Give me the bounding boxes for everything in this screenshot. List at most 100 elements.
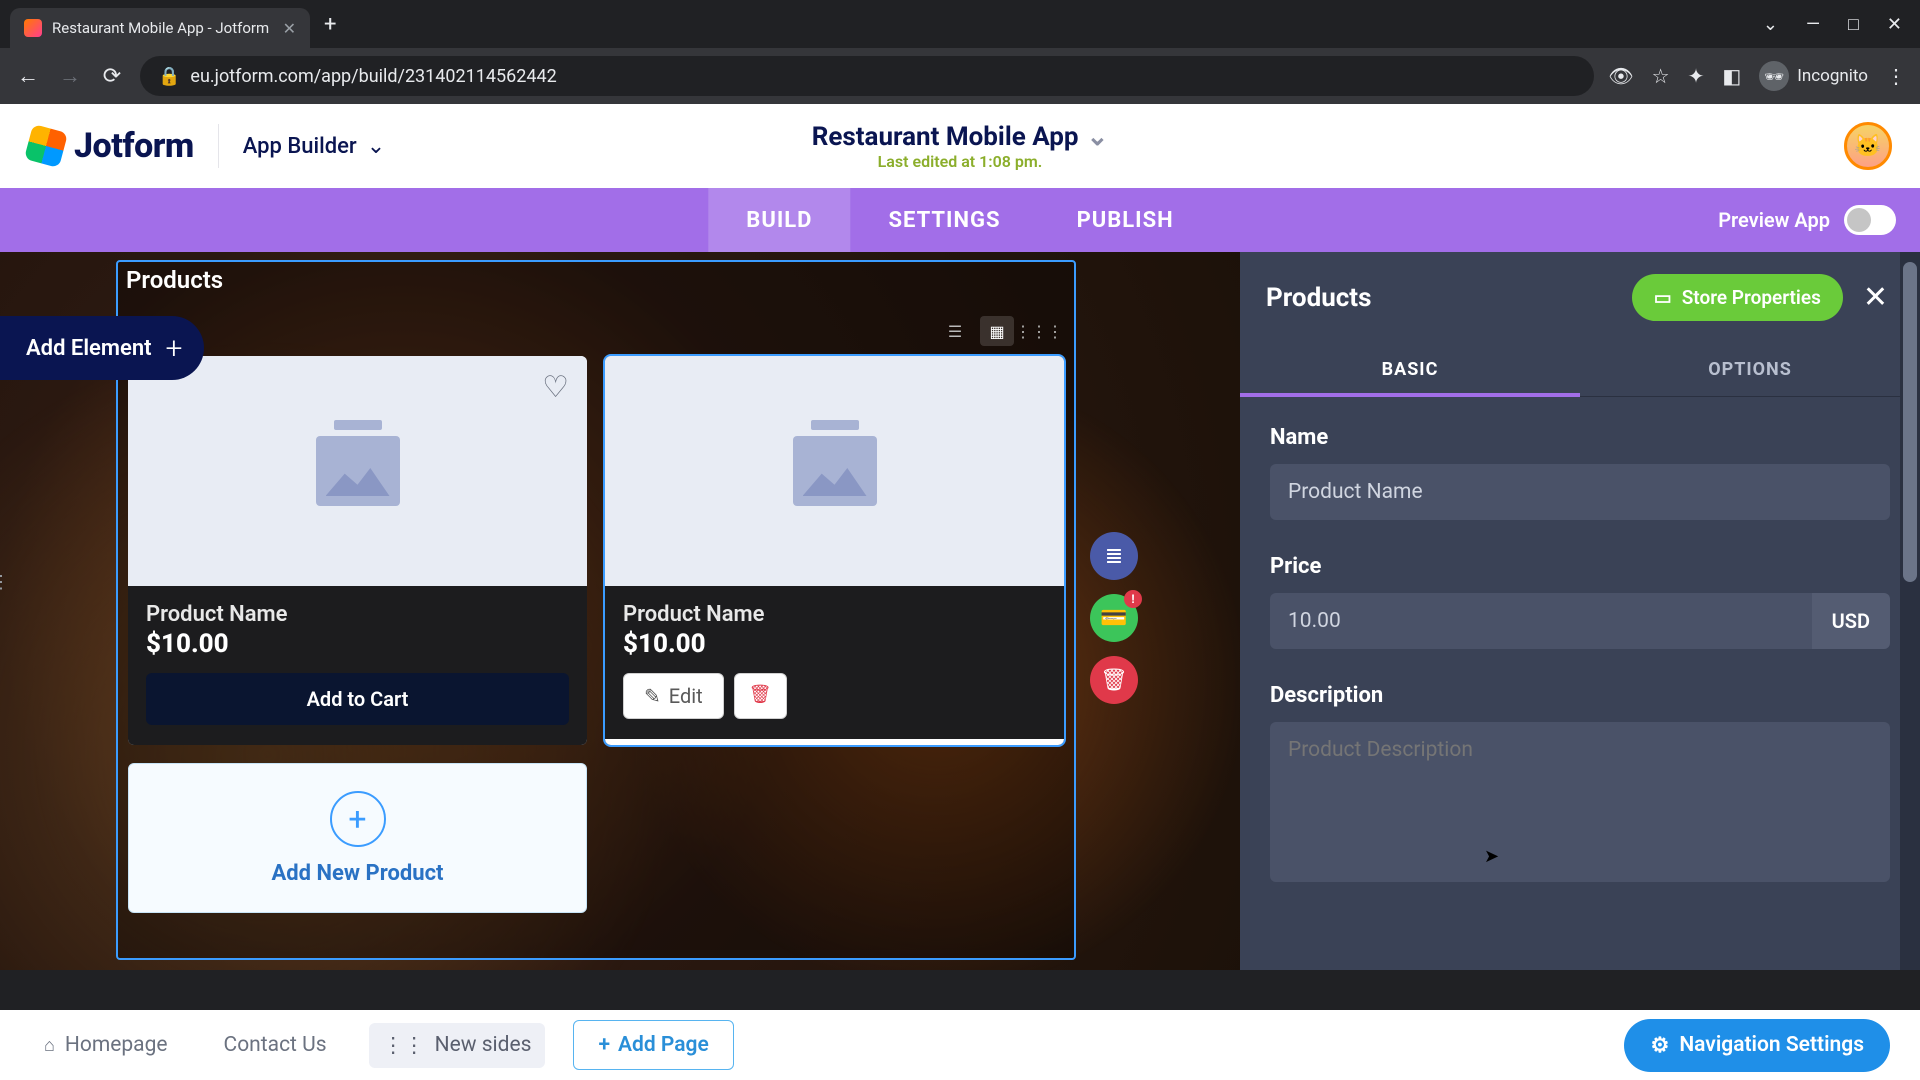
properties-tabs: BASIC OPTIONS [1240,343,1920,397]
plus-icon: + [598,1033,610,1057]
list-settings-button[interactable]: ≣ [1090,532,1138,580]
window-controls: ⌄ ― □ ✕ [1763,14,1910,35]
alert-badge: ! [1124,590,1142,608]
delete-element-button[interactable]: 🗑 [1090,656,1138,704]
tab-options[interactable]: OPTIONS [1580,343,1920,396]
product-body: Product Name $10.00 Add to Cart [128,586,587,745]
product-card[interactable]: Product Name $10.00 ✎ Edit 🗑 [605,356,1064,745]
layout-switch: ☰ ▦ ⋮⋮⋮ [938,316,1056,346]
product-image-placeholder [605,356,1064,586]
tab-basic[interactable]: BASIC [1240,343,1580,396]
close-window-icon[interactable]: ✕ [1887,14,1902,35]
pencil-icon: ✎ [644,684,661,708]
extensions-icon[interactable]: ✦ [1688,64,1705,88]
incognito-icon: 🕶 [1759,61,1789,91]
tab-settings[interactable]: SETTINGS [850,188,1038,252]
products-canvas[interactable]: Products ☰ ▦ ⋮⋮⋮ ♡ Product Name $10.00 A… [116,260,1076,960]
name-input[interactable] [1270,464,1890,520]
title-center: Restaurant Mobile App ⌄ Last edited at 1… [812,122,1109,171]
page-homepage[interactable]: ⌂ Homepage [30,1023,182,1067]
chevron-down-icon[interactable]: ⌄ [1763,14,1778,35]
drag-handle-icon[interactable]: ⋮⋮ [0,572,14,593]
list-icon: ≣ [1105,544,1123,569]
add-new-product-card[interactable]: + Add New Product [128,763,587,913]
side-actions: ≣ 💳 ! 🗑 [1090,532,1138,704]
app-title[interactable]: Restaurant Mobile App ⌄ [812,122,1109,152]
incognito-badge: 🕶 Incognito [1759,61,1868,91]
heart-icon[interactable]: ♡ [542,370,569,405]
product-image-placeholder: ♡ [128,356,587,586]
add-page-button[interactable]: + Add Page [573,1020,733,1070]
browser-chrome: Restaurant Mobile App - Jotform ✕ + ⌄ ― … [0,0,1920,104]
close-tab-icon[interactable]: ✕ [283,19,296,38]
app-builder-dropdown[interactable]: App Builder ⌄ [243,134,385,159]
card-icon: 💳 [1100,606,1127,631]
url-field[interactable]: 🔒 eu.jotform.com/app/build/2314021145624… [140,56,1594,96]
eye-off-icon[interactable]: 👁 [1608,64,1633,88]
chevron-down-icon: ⌄ [367,134,385,159]
logo-icon [24,124,68,168]
star-icon[interactable]: ☆ [1652,64,1670,88]
description-label: Description [1270,683,1890,708]
tab-title: Restaurant Mobile App - Jotform [52,19,269,37]
preview-toggle-wrap: Preview App [1718,205,1920,235]
layout-list-icon[interactable]: ☰ [938,316,972,346]
properties-panel: Products ▭ Store Properties ✕ BASIC OPTI… [1240,252,1920,970]
builder-area: Add Element + ⋮⋮ Products ☰ ▦ ⋮⋮⋮ ♡ Prod… [0,252,1920,970]
currency-label[interactable]: USD [1812,593,1890,649]
page-contact[interactable]: Contact Us [210,1023,341,1067]
plus-icon: + [166,331,183,366]
jotform-logo[interactable]: Jotform [28,126,194,166]
field-price: Price USD [1270,554,1890,649]
url-text: eu.jotform.com/app/build/231402114562442 [190,66,556,87]
preview-toggle[interactable] [1844,205,1896,235]
drag-dots-icon: ⋮⋮ [383,1033,425,1058]
gear-icon: ⚙ [1650,1033,1669,1058]
logo-text: Jotform [74,126,194,166]
browser-tab[interactable]: Restaurant Mobile App - Jotform ✕ [10,8,310,48]
kebab-menu-icon[interactable]: ⋮ [1886,64,1906,88]
maximize-icon[interactable]: □ [1848,14,1859,35]
back-icon[interactable]: ← [14,63,42,89]
page-new-sides[interactable]: ⋮⋮ New sides [369,1023,546,1068]
scrollbar-thumb[interactable] [1903,262,1917,582]
add-to-cart-button[interactable]: Add to Cart [146,673,569,725]
panel-icon[interactable]: ◧ [1722,64,1741,88]
reload-icon[interactable]: ⟳ [98,64,126,89]
plus-circle-icon: + [330,791,386,847]
store-icon: ▭ [1654,286,1672,309]
properties-header: Products ▭ Store Properties ✕ [1240,252,1920,343]
trash-icon: 🗑 [749,684,772,705]
add-element-button[interactable]: Add Element + [0,316,204,380]
avatar[interactable]: 🐱 [1844,122,1892,170]
description-input[interactable] [1270,722,1890,882]
product-card[interactable]: ♡ Product Name $10.00 Add to Cart [128,356,587,745]
canvas-title: Products [122,258,223,302]
image-placeholder-icon [316,436,400,506]
field-description: Description [1270,683,1890,886]
price-label: Price [1270,554,1890,579]
divider [218,124,219,168]
delete-button[interactable]: 🗑 [734,673,787,719]
forward-icon[interactable]: → [56,63,84,89]
tab-publish[interactable]: PUBLISH [1039,188,1212,252]
minimize-icon[interactable]: ― [1806,14,1820,35]
add-new-label: Add New Product [272,861,444,886]
edit-button[interactable]: ✎ Edit [623,673,724,719]
favicon-icon [24,19,42,37]
preview-label: Preview App [1718,208,1830,232]
payment-settings-button[interactable]: 💳 ! [1090,594,1138,642]
new-tab-button[interactable]: + [324,12,336,37]
panel-scrollbar[interactable] [1900,252,1920,970]
close-panel-icon[interactable]: ✕ [1857,280,1894,315]
home-icon: ⌂ [44,1035,55,1056]
trash-icon: 🗑 [1100,668,1128,693]
price-input[interactable] [1270,593,1812,649]
layout-grid2-icon[interactable]: ▦ [980,316,1014,346]
product-body: Product Name $10.00 ✎ Edit 🗑 [605,586,1064,739]
store-properties-button[interactable]: ▭ Store Properties [1632,274,1843,321]
layout-grid3-icon[interactable]: ⋮⋮⋮ [1022,316,1056,346]
navigation-settings-button[interactable]: ⚙ Navigation Settings [1624,1019,1890,1072]
app-header: Jotform App Builder ⌄ Restaurant Mobile … [0,104,1920,188]
tab-build[interactable]: BUILD [708,188,850,252]
